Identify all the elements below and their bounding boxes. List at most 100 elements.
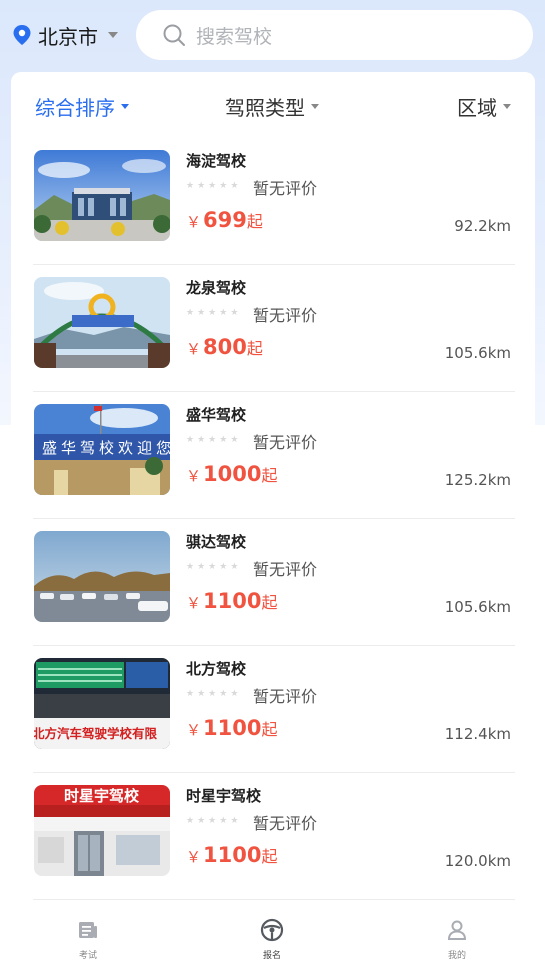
price-suffix: 起 xyxy=(246,339,263,358)
star-icon: ★ xyxy=(208,816,217,826)
price: ￥ 1000 起 xyxy=(186,462,277,486)
school-photo xyxy=(34,531,170,622)
rating-stars: ★ ★ ★ ★ ★ xyxy=(186,181,238,191)
rating-stars: ★ ★ ★ ★ ★ xyxy=(186,816,238,826)
star-icon: ★ xyxy=(230,562,239,572)
rating-text: 暂无评价 xyxy=(253,687,318,706)
tab-signup[interactable]: 报名 xyxy=(232,918,312,961)
school-name: 时星宇驾校 xyxy=(186,787,262,805)
rating-text: 暂无评价 xyxy=(253,433,318,452)
price: ￥ 1100 起 xyxy=(186,716,277,740)
school-photo: 北方汽车驾驶学校有限 xyxy=(34,658,170,749)
school-photo: 盛华驾校欢迎您 xyxy=(34,404,170,495)
school-item-longquan[interactable]: 龙泉驾校 ★ ★ ★ ★ ★ 暂无评价 ￥ 800 起 105.6km xyxy=(11,265,535,392)
star-icon: ★ xyxy=(230,816,239,826)
price-amount: 800 xyxy=(203,335,247,359)
city-selector[interactable]: 北京市 xyxy=(12,10,132,60)
school-list-panel: 综合排序 驾照类型 区域 海淀驾校 ★ ★ ★ ★ ★ 暂无评价 ￥ 699 起… xyxy=(11,72,535,902)
school-name: 盛华驾校 xyxy=(186,406,247,424)
filter-bar: 综合排序 驾照类型 区域 xyxy=(11,72,535,138)
star-icon: ★ xyxy=(186,816,195,826)
bottom-tab-bar: 考试 报名 我的 xyxy=(0,902,545,966)
price-suffix: 起 xyxy=(261,720,278,739)
star-icon: ★ xyxy=(208,562,217,572)
star-icon: ★ xyxy=(186,689,195,699)
distance: 105.6km xyxy=(444,344,511,362)
distance: 105.6km xyxy=(444,598,511,616)
school-item-qida[interactable]: 骐达驾校 ★ ★ ★ ★ ★ 暂无评价 ￥ 1100 起 105.6km xyxy=(11,519,535,646)
rating-text: 暂无评价 xyxy=(253,814,318,833)
chevron-down-icon xyxy=(108,32,118,38)
price-amount: 1100 xyxy=(203,716,262,740)
school-name: 北方驾校 xyxy=(186,660,247,678)
chevron-down-icon xyxy=(311,103,319,109)
star-icon: ★ xyxy=(186,308,195,318)
school-photo: 时星宇驾校 xyxy=(34,785,170,876)
star-icon: ★ xyxy=(186,435,195,445)
school-photo xyxy=(34,150,170,241)
price-amount: 699 xyxy=(203,208,247,232)
banner-text: 北方汽车驾驶学校有限 xyxy=(34,726,158,741)
star-icon: ★ xyxy=(208,181,217,191)
star-icon: ★ xyxy=(186,562,195,572)
price-amount: 1000 xyxy=(203,462,262,486)
star-icon: ★ xyxy=(197,816,206,826)
price-amount: 1100 xyxy=(203,589,262,613)
rating-text: 暂无评价 xyxy=(253,306,318,325)
star-icon: ★ xyxy=(208,435,217,445)
star-icon: ★ xyxy=(230,181,239,191)
school-item-beifang[interactable]: 北方汽车驾驶学校有限 北方驾校 ★ ★ ★ ★ ★ 暂无评价 ￥ 1100 起 112.… xyxy=(11,646,535,773)
star-icon: ★ xyxy=(197,562,206,572)
rating-text: 暂无评价 xyxy=(253,560,318,579)
currency-symbol: ￥ xyxy=(186,721,202,739)
currency-symbol: ￥ xyxy=(186,213,202,231)
sign-text: 时星宇驾校 xyxy=(64,787,140,805)
currency-symbol: ￥ xyxy=(186,594,202,612)
tab-exam[interactable]: 考试 xyxy=(48,918,128,961)
star-icon: ★ xyxy=(186,181,195,191)
tab-profile[interactable]: 我的 xyxy=(417,918,497,961)
price-suffix: 起 xyxy=(261,847,278,866)
distance: 120.0km xyxy=(444,852,511,870)
currency-symbol: ￥ xyxy=(186,848,202,866)
school-item-shenghua[interactable]: 盛华驾校欢迎您 盛华驾校 ★ ★ ★ ★ ★ 暂无评价 ￥ 1000 起 125.2km xyxy=(11,392,535,519)
star-icon: ★ xyxy=(197,181,206,191)
school-item-shixingyu[interactable]: 时星宇驾校 时星宇驾校 ★ ★ ★ ★ ★ 暂无评价 ￥ 1100 起 120.0km xyxy=(11,773,535,900)
star-icon: ★ xyxy=(197,308,206,318)
filter-region[interactable]: 区域 xyxy=(457,92,511,120)
star-icon: ★ xyxy=(219,689,228,699)
filter-license-type-label: 驾照类型 xyxy=(225,95,305,120)
rating-text: 暂无评价 xyxy=(253,179,318,198)
city-name: 北京市 xyxy=(38,24,98,49)
tab-profile-label: 我的 xyxy=(447,951,466,961)
filter-license-type[interactable]: 驾照类型 xyxy=(225,92,319,120)
star-icon: ★ xyxy=(230,308,239,318)
school-name: 骐达驾校 xyxy=(186,533,247,551)
school-name: 海淀驾校 xyxy=(186,152,247,170)
filter-sort[interactable]: 综合排序 xyxy=(35,92,129,120)
price: ￥ 699 起 xyxy=(186,208,263,232)
star-icon: ★ xyxy=(230,435,239,445)
star-icon: ★ xyxy=(219,308,228,318)
location-pin-icon xyxy=(13,25,31,45)
rating-stars: ★ ★ ★ ★ ★ xyxy=(186,435,238,445)
star-icon: ★ xyxy=(230,689,239,699)
star-icon: ★ xyxy=(197,435,206,445)
filter-sort-label: 综合排序 xyxy=(35,95,115,120)
top-bar: 北京市 搜索驾校 xyxy=(0,0,545,70)
chevron-down-icon xyxy=(121,103,129,109)
currency-symbol: ￥ xyxy=(186,340,202,358)
star-icon: ★ xyxy=(208,308,217,318)
price: ￥ 1100 起 xyxy=(186,589,277,613)
currency-symbol: ￥ xyxy=(186,467,202,485)
rating-stars: ★ ★ ★ ★ ★ xyxy=(186,308,238,318)
star-icon: ★ xyxy=(219,816,228,826)
tab-exam-label: 考试 xyxy=(78,951,97,961)
chevron-down-icon xyxy=(503,103,511,109)
school-item-haidian[interactable]: 海淀驾校 ★ ★ ★ ★ ★ 暂无评价 ￥ 699 起 92.2km xyxy=(11,138,535,265)
rating-stars: ★ ★ ★ ★ ★ xyxy=(186,562,238,572)
school-photo xyxy=(34,277,170,368)
star-icon: ★ xyxy=(219,181,228,191)
search-placeholder: 搜索驾校 xyxy=(196,25,273,48)
search-input[interactable]: 搜索驾校 xyxy=(136,10,533,60)
